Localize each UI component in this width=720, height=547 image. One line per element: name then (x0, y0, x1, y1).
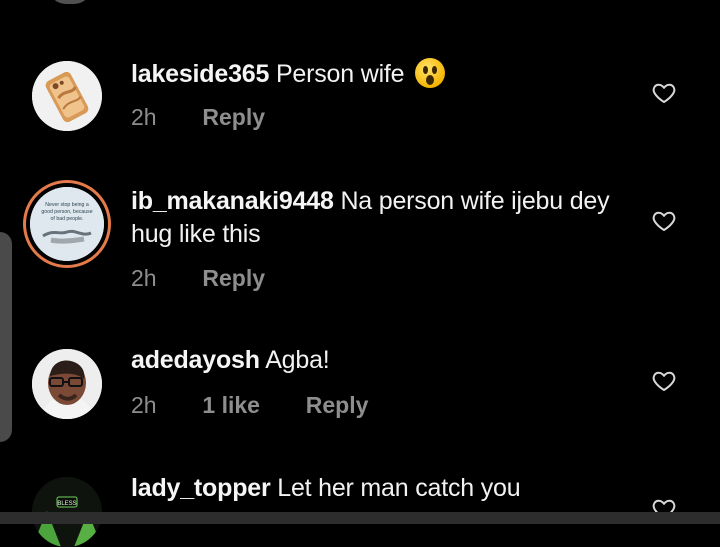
comment-body: lady_topper Let her man catch you (131, 472, 626, 505)
comment-text: Let her man catch you (277, 474, 521, 502)
avatar-caption: BLESS (57, 501, 76, 507)
user-avatar[interactable] (32, 349, 102, 419)
comment-body: adedayosh Agba! (131, 344, 626, 377)
previous-comment-meta-fragment: · (226, 0, 248, 8)
comment-time: 2h (131, 392, 157, 418)
previous-comment-avatar-fragment (48, 0, 92, 4)
comment-username[interactable]: ib_makanaki9448 (131, 187, 334, 215)
comment-item: Never stop being a good person, because … (0, 180, 720, 310)
comment-text: Agba! (265, 346, 330, 374)
comment-time: 2h (131, 265, 157, 291)
avatar-caption-line-2: good person, because (41, 209, 92, 215)
heart-icon[interactable] (652, 81, 676, 105)
heart-icon[interactable] (652, 369, 676, 393)
quote-poster-avatar-image: Never stop being a good person, because … (30, 187, 104, 261)
comment-username[interactable]: adedayosh (131, 346, 260, 374)
comment-body: lakeside365 Person wife (131, 58, 626, 91)
comment-body: ib_makanaki9448 Na person wife ijebu dey… (131, 185, 626, 251)
user-avatar[interactable] (32, 61, 102, 131)
side-panel-handle[interactable] (0, 232, 12, 442)
heart-icon[interactable] (652, 209, 676, 233)
portrait-avatar-image (32, 349, 102, 419)
comment-username[interactable]: lakeside365 (131, 60, 269, 88)
comment-meta: 2h Reply (131, 102, 265, 132)
comment-username[interactable]: lady_topper (131, 474, 271, 502)
comment-text: Person wife (275, 60, 405, 88)
comment-item: adedayosh Agba! 2h 1 like Reply (0, 342, 720, 437)
bottom-system-bar (0, 512, 720, 524)
user-avatar[interactable]: Never stop being a good person, because … (23, 180, 111, 268)
comment-meta: 2h Reply (131, 263, 265, 293)
avatar-caption-line-3: of bad people. (51, 216, 84, 222)
like-count[interactable]: 1 like (202, 390, 299, 420)
reply-button[interactable]: Reply (202, 265, 265, 291)
avatar-caption-line-1: Never stop being a (45, 202, 89, 208)
reply-button[interactable]: Reply (306, 392, 369, 418)
comment-item: lakeside365 Person wife 2h Reply (0, 56, 720, 146)
reply-button[interactable]: Reply (202, 104, 265, 130)
phone-case-avatar-image (32, 61, 102, 131)
astonished-face-emoji-icon (415, 58, 446, 88)
comment-time: 2h (131, 104, 157, 130)
comment-meta: 2h 1 like Reply (131, 390, 368, 420)
